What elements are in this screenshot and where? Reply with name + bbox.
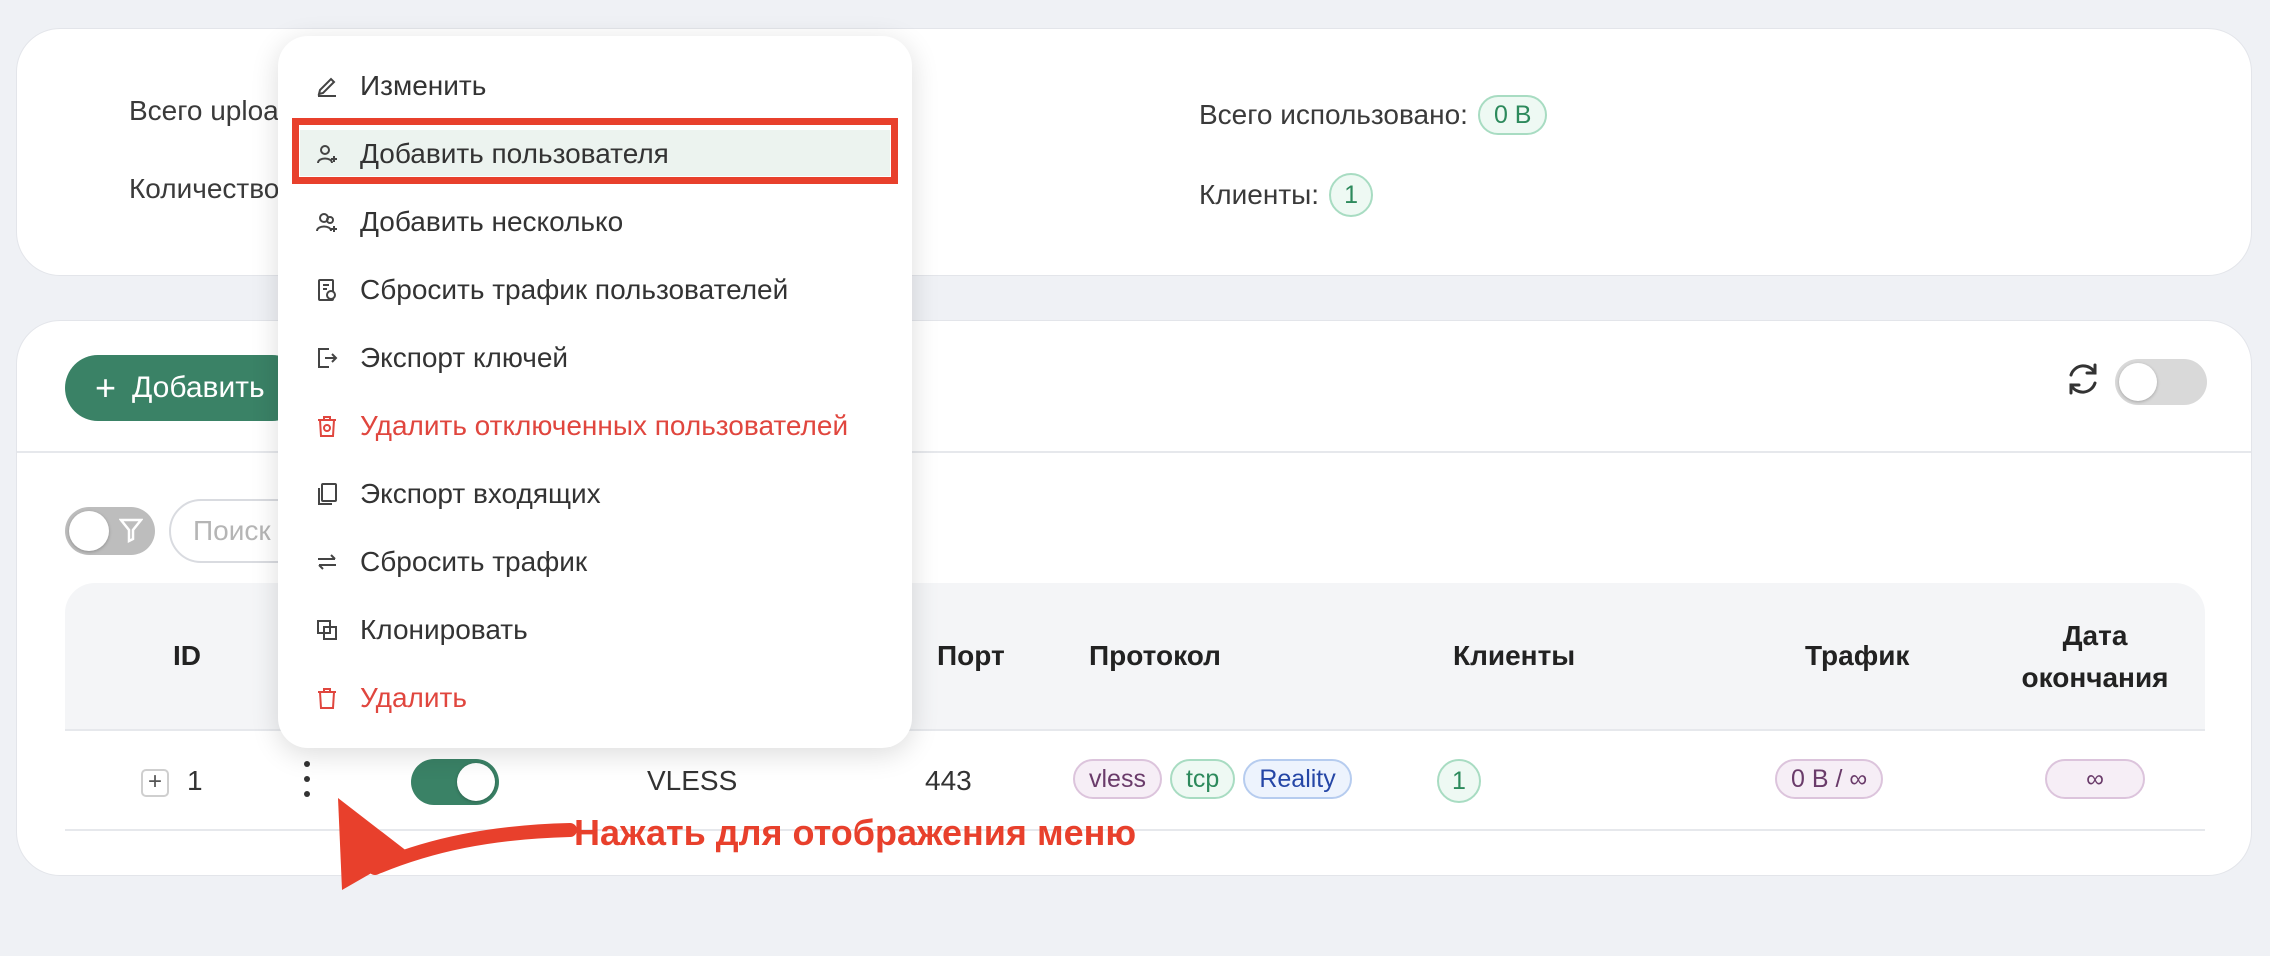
- row-traffic-badge: 0 B / ∞: [1775, 759, 1884, 799]
- delete-icon: [314, 685, 340, 711]
- trash-icon: [314, 413, 340, 439]
- auto-refresh-toggle[interactable]: [2115, 359, 2207, 405]
- menu-item-label: Сбросить трафик: [360, 546, 588, 577]
- inbound-dropdown-menu: Изменить Добавить пользователя Добавить …: [278, 36, 912, 748]
- col-traffic: Трафик: [1805, 640, 1910, 671]
- stat-used-label: Всего использовано:: [1199, 99, 1468, 130]
- swap-icon: [314, 549, 340, 575]
- tag-vless: vless: [1073, 759, 1162, 799]
- tag-reality: Reality: [1243, 759, 1352, 799]
- search-placeholder: Поиск: [193, 515, 271, 546]
- menu-item-label: Добавить несколько: [360, 206, 624, 237]
- file-reset-icon: [314, 277, 340, 303]
- copy-icon: [314, 481, 340, 507]
- col-expiry-line2: окончания: [2021, 662, 2169, 693]
- expand-row-button[interactable]: +: [141, 769, 169, 797]
- menu-item-label: Сбросить трафик пользователей: [360, 274, 789, 305]
- menu-item-export-inbounds[interactable]: Экспорт входящих: [314, 464, 601, 524]
- tag-tcp: tcp: [1169, 759, 1236, 799]
- row-port: 443: [925, 765, 972, 796]
- stat-clients-label: Клиенты:: [1199, 179, 1320, 210]
- highlight-box: [292, 118, 898, 184]
- row-id: 1: [187, 765, 203, 796]
- stat-used: Всего использовано: 0 B: [1199, 95, 1548, 135]
- stat-count-label: Количество: [129, 173, 280, 204]
- annotation-arrow-icon: [338, 798, 577, 890]
- row-clients-badge: 1: [1437, 759, 1481, 803]
- menu-item-label: Изменить: [360, 70, 487, 101]
- menu-item-delete[interactable]: Удалить: [314, 668, 467, 728]
- stat-upload-label: Всего uploa: [129, 95, 279, 126]
- menu-item-edit[interactable]: Изменить: [314, 56, 486, 116]
- col-expiry-line1: Дата: [2062, 620, 2128, 651]
- col-expiry: Дата окончания: [1995, 615, 2195, 699]
- menu-item-clone[interactable]: Клонировать: [314, 600, 528, 660]
- row-protocol-tags: vless tcp Reality: [1073, 759, 1352, 799]
- menu-item-label: Удалить: [360, 682, 467, 713]
- col-protocol: Протокол: [1089, 640, 1221, 671]
- refresh-icon[interactable]: [2063, 359, 2103, 399]
- menu-item-label: Экспорт входящих: [360, 478, 601, 509]
- col-clients: Клиенты: [1453, 640, 1576, 671]
- clone-icon: [314, 617, 340, 643]
- stat-upload: Всего uploa: [129, 95, 279, 127]
- export-icon: [314, 345, 340, 371]
- row-expiry-badge: ∞: [2045, 759, 2145, 799]
- filter-toggle[interactable]: [65, 507, 155, 555]
- stat-count: Количество: [129, 173, 279, 205]
- menu-item-label: Клонировать: [360, 614, 528, 645]
- menu-item-label: Экспорт ключей: [360, 342, 569, 373]
- row-menu-icon[interactable]: [297, 757, 317, 801]
- col-id: ID: [173, 640, 201, 671]
- filter-icon: [118, 517, 144, 548]
- menu-item-reset-traffic[interactable]: Сбросить трафик: [314, 532, 587, 592]
- stat-clients: Клиенты: 1: [1199, 173, 1374, 217]
- row-remark: VLESS: [647, 765, 738, 796]
- menu-item-export-keys[interactable]: Экспорт ключей: [314, 328, 568, 388]
- annotation-text: Нажать для отображения меню: [574, 812, 1137, 853]
- users-add-icon: [314, 209, 340, 235]
- edit-icon: [314, 73, 340, 99]
- stat-used-badge: 0 B: [1477, 95, 1548, 135]
- stat-clients-badge: 1: [1329, 173, 1374, 217]
- col-port: Порт: [937, 640, 1005, 671]
- menu-item-add-multiple[interactable]: Добавить несколько: [314, 192, 623, 252]
- menu-item-label: Удалить отключенных пользователей: [360, 410, 849, 441]
- menu-item-delete-disabled-users[interactable]: Удалить отключенных пользователей: [314, 396, 848, 456]
- add-inbound-label: Добавить: [132, 371, 265, 404]
- menu-item-reset-users-traffic[interactable]: Сбросить трафик пользователей: [314, 260, 788, 320]
- add-inbound-button[interactable]: + Добавить: [65, 355, 305, 421]
- plus-icon: +: [95, 367, 117, 408]
